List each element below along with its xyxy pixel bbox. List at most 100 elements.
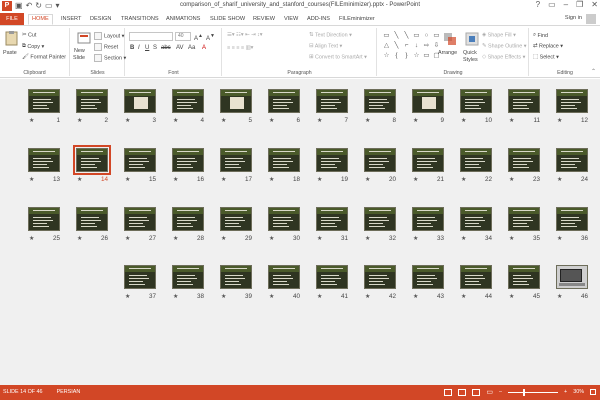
slide-thumbnail[interactable] bbox=[316, 265, 348, 289]
char-spacing-button[interactable]: AV bbox=[176, 45, 184, 51]
save-icon[interactable]: ▣ bbox=[15, 1, 23, 11]
minimize-button[interactable]: – bbox=[564, 0, 568, 9]
sign-in-link[interactable]: Sign in bbox=[565, 15, 582, 21]
replace-button[interactable]: ⇄ Replace ▾ bbox=[533, 43, 563, 49]
slide-transition-icon[interactable]: ★ bbox=[125, 117, 130, 124]
slide-transition-icon[interactable]: ★ bbox=[557, 293, 562, 300]
shape-icon[interactable]: ↓ bbox=[412, 41, 421, 50]
slide-thumbnail[interactable] bbox=[220, 89, 252, 113]
collapse-ribbon-icon[interactable]: ⌃ bbox=[591, 68, 596, 75]
slide-transition-icon[interactable]: ★ bbox=[125, 235, 130, 242]
slide-transition-icon[interactable]: ★ bbox=[509, 293, 514, 300]
convert-smartart-button[interactable]: ⊞ Convert to SmartArt ▾ bbox=[309, 54, 367, 60]
bullets-button[interactable]: ☰▾ ☷▾ ⇤ ⇥ ↕▾ bbox=[227, 32, 263, 38]
avatar[interactable] bbox=[586, 14, 596, 24]
slide-transition-icon[interactable]: ★ bbox=[317, 117, 322, 124]
shapes-gallery[interactable]: ▭ ╲ ╲ ▭ ○ ▭ △ ╲ ⌐ ↓ ⇨ ⇩ ☆ { } ☆ ▭ ▢ bbox=[382, 31, 439, 61]
slide-thumbnail[interactable] bbox=[268, 89, 300, 113]
zoom-slider[interactable] bbox=[508, 388, 559, 396]
slide-thumbnail[interactable] bbox=[460, 148, 492, 172]
slide-thumbnail[interactable] bbox=[556, 265, 588, 289]
shape-icon[interactable]: ▭ bbox=[412, 31, 421, 40]
slide-transition-icon[interactable]: ★ bbox=[413, 235, 418, 242]
shape-icon[interactable]: ☆ bbox=[382, 51, 391, 60]
tab-insert[interactable]: INSERT bbox=[61, 14, 81, 25]
slide-thumbnail[interactable] bbox=[76, 89, 108, 113]
slide-thumbnail[interactable] bbox=[172, 148, 204, 172]
slide-transition-icon[interactable]: ★ bbox=[29, 235, 34, 242]
slide-thumbnail[interactable] bbox=[73, 145, 111, 175]
slide-transition-icon[interactable]: ★ bbox=[557, 117, 562, 124]
shape-icon[interactable]: ▭ bbox=[432, 31, 441, 40]
slide-transition-icon[interactable]: ★ bbox=[269, 176, 274, 183]
slide-transition-icon[interactable]: ★ bbox=[77, 235, 82, 242]
slide-thumbnail[interactable] bbox=[268, 148, 300, 172]
slide-transition-icon[interactable]: ★ bbox=[173, 176, 178, 183]
slide-thumbnail[interactable] bbox=[172, 265, 204, 289]
slide-thumbnail[interactable] bbox=[412, 207, 444, 231]
customize-qat-icon[interactable]: ▾ bbox=[56, 1, 60, 11]
restore-button[interactable]: ❐ bbox=[576, 0, 583, 9]
shape-outline-button[interactable]: ✎ Shape Outline ▾ bbox=[482, 43, 526, 49]
shape-icon[interactable]: ╲ bbox=[402, 31, 411, 40]
slide-transition-icon[interactable]: ★ bbox=[413, 117, 418, 124]
slide-transition-icon[interactable]: ★ bbox=[125, 293, 130, 300]
slide-thumbnail[interactable] bbox=[124, 207, 156, 231]
slide-thumbnail[interactable] bbox=[460, 207, 492, 231]
find-button[interactable]: ⌕ Find bbox=[533, 32, 548, 39]
slide-thumbnail[interactable] bbox=[412, 89, 444, 113]
slide-transition-icon[interactable]: ★ bbox=[221, 117, 226, 124]
italic-button[interactable]: I bbox=[138, 45, 140, 51]
format-painter-button[interactable]: 🖌 Format Painter bbox=[22, 54, 66, 60]
slide-thumbnail[interactable] bbox=[268, 265, 300, 289]
paste-icon[interactable] bbox=[4, 30, 20, 46]
slide-thumbnail[interactable] bbox=[220, 207, 252, 231]
slide-transition-icon[interactable]: ★ bbox=[461, 117, 466, 124]
slide-transition-icon[interactable]: ★ bbox=[461, 235, 466, 242]
font-color-button[interactable]: A bbox=[202, 45, 206, 51]
slide-thumbnail[interactable] bbox=[508, 148, 540, 172]
slide-transition-icon[interactable]: ★ bbox=[509, 235, 514, 242]
slide-transition-icon[interactable]: ★ bbox=[221, 176, 226, 183]
slide-thumbnail[interactable] bbox=[412, 265, 444, 289]
slide-transition-icon[interactable]: ★ bbox=[173, 293, 178, 300]
tab-view[interactable]: VIEW bbox=[284, 14, 298, 25]
reading-view-icon[interactable] bbox=[472, 388, 481, 396]
slide-transition-icon[interactable]: ★ bbox=[317, 293, 322, 300]
tab-add-ins[interactable]: ADD-INS bbox=[307, 14, 330, 25]
normal-view-icon[interactable] bbox=[444, 388, 453, 396]
slide-transition-icon[interactable]: ★ bbox=[173, 117, 178, 124]
shadow-button[interactable]: S bbox=[153, 45, 157, 51]
shape-icon[interactable]: ╲ bbox=[392, 41, 401, 50]
slide-thumbnail[interactable] bbox=[172, 207, 204, 231]
zoom-slider-thumb[interactable] bbox=[523, 388, 526, 396]
change-case-button[interactable]: Aa bbox=[188, 45, 195, 51]
quick-styles-icon[interactable] bbox=[464, 31, 480, 47]
slide-thumbnail[interactable] bbox=[556, 207, 588, 231]
quick-styles-button[interactable]: Quick bbox=[463, 50, 477, 56]
shape-fill-button[interactable]: ◈ Shape Fill ▾ bbox=[482, 32, 516, 38]
slide-thumbnail[interactable] bbox=[316, 148, 348, 172]
slide-transition-icon[interactable]: ★ bbox=[461, 176, 466, 183]
tab-design[interactable]: DESIGN bbox=[90, 14, 111, 25]
tab-review[interactable]: REVIEW bbox=[253, 14, 275, 25]
zoom-in-button[interactable]: + bbox=[564, 389, 567, 395]
shape-icon[interactable]: ⇨ bbox=[422, 41, 431, 50]
bold-button[interactable]: B bbox=[130, 45, 134, 51]
slide-transition-icon[interactable]: ★ bbox=[29, 117, 34, 124]
slide-transition-icon[interactable]: ★ bbox=[125, 176, 130, 183]
slideshow-view-icon[interactable]: ▭ bbox=[486, 388, 493, 396]
slide-sorter-view-icon[interactable] bbox=[458, 388, 467, 396]
undo-icon[interactable]: ↶ bbox=[26, 1, 33, 11]
shrink-font-button[interactable]: A▼ bbox=[206, 33, 215, 42]
slide-transition-icon[interactable]: ★ bbox=[29, 176, 34, 183]
ribbon-display-button[interactable]: ▭ bbox=[548, 0, 556, 9]
quick-styles-button-label[interactable]: Styles bbox=[463, 57, 478, 63]
fit-slide-icon[interactable] bbox=[590, 389, 596, 395]
tab-slide-show[interactable]: SLIDE SHOW bbox=[210, 14, 245, 25]
paste-button[interactable]: Paste bbox=[3, 50, 17, 56]
slide-thumbnail[interactable] bbox=[460, 265, 492, 289]
slide-transition-icon[interactable]: ★ bbox=[221, 235, 226, 242]
slide-thumbnail[interactable] bbox=[220, 265, 252, 289]
slide-thumbnail[interactable] bbox=[412, 148, 444, 172]
